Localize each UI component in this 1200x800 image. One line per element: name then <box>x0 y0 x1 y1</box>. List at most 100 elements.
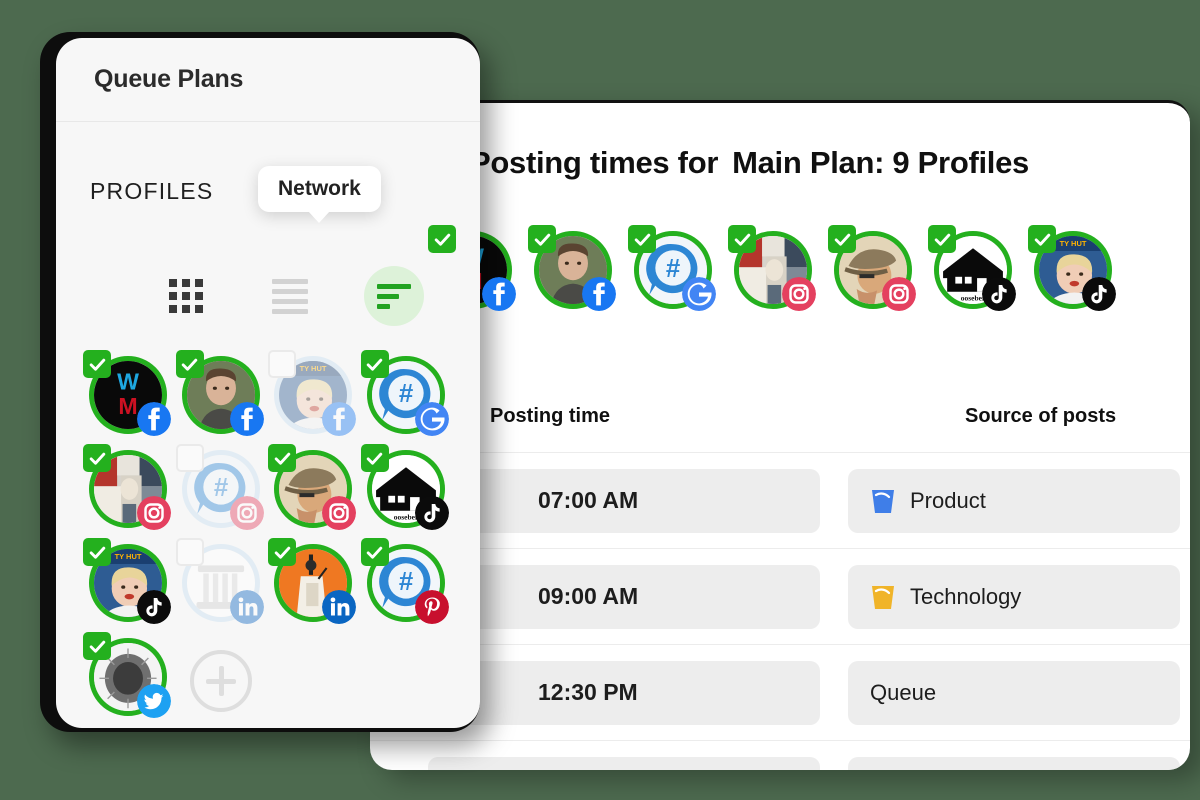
avatar-checkbox-checked[interactable] <box>83 444 112 472</box>
profile-grid-cell <box>82 444 175 530</box>
instagram-icon <box>137 496 172 530</box>
profile-avatar[interactable]: # <box>360 538 449 624</box>
table-row[interactable] <box>370 741 1190 770</box>
profile-avatar[interactable]: TY HUT <box>268 350 357 436</box>
svg-text:W: W <box>117 369 139 395</box>
profile-avatar[interactable] <box>528 225 616 311</box>
facebook-icon <box>482 277 516 311</box>
network-view-button[interactable] <box>364 266 424 326</box>
profile-avatar[interactable]: # <box>628 225 716 311</box>
avatar-checkbox-checked[interactable] <box>928 225 956 253</box>
network-tooltip: Network <box>258 166 381 212</box>
profile-avatar[interactable] <box>83 444 172 530</box>
source-of-posts-cell[interactable]: Technology <box>848 564 1180 629</box>
bucket-icon <box>870 487 896 515</box>
profile-grid-cell <box>267 444 360 530</box>
column-header-posting-time: Posting time <box>490 405 611 427</box>
sort-icon <box>377 283 411 309</box>
avatar-checkbox-checked[interactable] <box>175 350 204 378</box>
svg-text:TY HUT: TY HUT <box>300 364 327 373</box>
grid-view-button[interactable] <box>156 266 216 326</box>
avatar-checkbox-checked[interactable] <box>628 225 656 253</box>
profile-grid-cell: WM <box>82 350 175 436</box>
tiktok-icon <box>414 496 449 530</box>
posting-time-cell[interactable]: 09:00 AM <box>428 564 820 629</box>
avatar-checkbox-checked[interactable] <box>1028 225 1056 253</box>
instagram-icon <box>882 277 916 311</box>
view-mode-toolbar <box>156 266 480 326</box>
source-of-posts-cell[interactable]: Product <box>848 468 1180 533</box>
svg-text:TY HUT: TY HUT <box>1060 239 1087 248</box>
profile-grid-cell <box>175 538 268 624</box>
source-label: Technology <box>910 583 1022 609</box>
tiktok-icon <box>982 277 1016 311</box>
facebook-icon <box>582 277 616 311</box>
svg-text:TY HUT: TY HUT <box>115 552 142 561</box>
avatar-checkbox-checked[interactable] <box>360 350 389 378</box>
avatar-checkbox-checked[interactable] <box>83 632 112 660</box>
source-label: Queue <box>870 679 937 705</box>
source-of-posts-cell[interactable] <box>848 756 1180 770</box>
profile-avatar[interactable]: # <box>360 350 449 436</box>
profile-avatar[interactable]: ooseber <box>360 444 449 530</box>
facebook-icon <box>137 402 172 436</box>
profile-avatar[interactable] <box>83 632 172 718</box>
avatar-checkbox-unchecked[interactable] <box>175 444 204 472</box>
profile-avatar[interactable] <box>728 225 816 311</box>
profile-avatar[interactable]: ooseber <box>928 225 1016 311</box>
instagram-icon <box>782 277 816 311</box>
list-view-button[interactable] <box>260 266 320 326</box>
avatar-checkbox-checked[interactable] <box>428 225 456 253</box>
facebook-icon <box>229 402 264 436</box>
profile-avatar[interactable] <box>828 225 916 311</box>
page-title: Posting times for Main Plan: 9 Profiles <box>470 145 1029 181</box>
profiles-section-label: PROFILES <box>90 178 214 204</box>
avatar-checkbox-unchecked[interactable] <box>175 538 204 566</box>
profile-avatar[interactable]: WM <box>83 350 172 436</box>
search-button[interactable] <box>468 266 480 326</box>
posting-time-cell[interactable] <box>428 756 820 770</box>
avatar-checkbox-checked[interactable] <box>83 350 112 378</box>
avatar-checkbox-checked[interactable] <box>828 225 856 253</box>
tiktok-icon <box>1082 277 1116 311</box>
profile-avatar[interactable] <box>268 444 357 530</box>
profile-avatar[interactable] <box>268 538 357 624</box>
avatar-checkbox-checked[interactable] <box>83 538 112 566</box>
table-row[interactable]: 09:00 AM Technology <box>370 549 1190 645</box>
avatar-checkbox-checked[interactable] <box>360 538 389 566</box>
source-of-posts-cell[interactable]: Queue <box>848 660 1180 725</box>
posting-time-cell[interactable]: 12:30 PM <box>428 660 820 725</box>
tiktok-icon <box>137 590 172 624</box>
profile-grid-cell: TY HUT <box>82 538 175 624</box>
profile-avatar[interactable] <box>175 538 264 624</box>
page-title-plan: Main Plan: 9 Profiles <box>732 145 1029 180</box>
table-row[interactable]: 12:30 PM Queue <box>370 645 1190 741</box>
twitter-icon <box>137 684 172 718</box>
svg-text:#: # <box>666 255 680 283</box>
profile-avatar[interactable] <box>175 350 264 436</box>
instagram-icon <box>229 496 264 530</box>
avatar-checkbox-checked[interactable] <box>268 538 297 566</box>
google-icon <box>414 402 449 436</box>
avatar-checkbox-checked[interactable] <box>268 444 297 472</box>
avatar-checkbox-checked[interactable] <box>528 225 556 253</box>
profile-grid-cell <box>175 638 268 716</box>
source-label: Product <box>910 487 986 513</box>
profile-avatar[interactable]: TY HUT <box>83 538 172 624</box>
avatar-checkbox-unchecked[interactable] <box>268 350 297 378</box>
avatar-checkbox-checked[interactable] <box>728 225 756 253</box>
profile-avatar[interactable]: TY HUT <box>1028 225 1116 311</box>
add-profile-button[interactable] <box>189 650 252 712</box>
page-title-prefix: Posting times for <box>470 145 719 180</box>
bucket-icon <box>870 583 896 611</box>
profile-avatar[interactable]: # <box>175 444 264 530</box>
svg-text:#: # <box>214 474 228 502</box>
profile-grid-cell <box>82 632 175 718</box>
svg-text:#: # <box>399 380 413 408</box>
avatar-checkbox-checked[interactable] <box>360 444 389 472</box>
posting-time-cell[interactable]: 07:00 AM <box>428 468 820 533</box>
table-row[interactable]: 07:00 AM Product <box>370 453 1190 549</box>
column-header-source-of-posts: Source of posts <box>965 405 1117 427</box>
profile-grid-cell: ooseber <box>360 444 453 530</box>
profile-grid-cell <box>175 350 268 436</box>
